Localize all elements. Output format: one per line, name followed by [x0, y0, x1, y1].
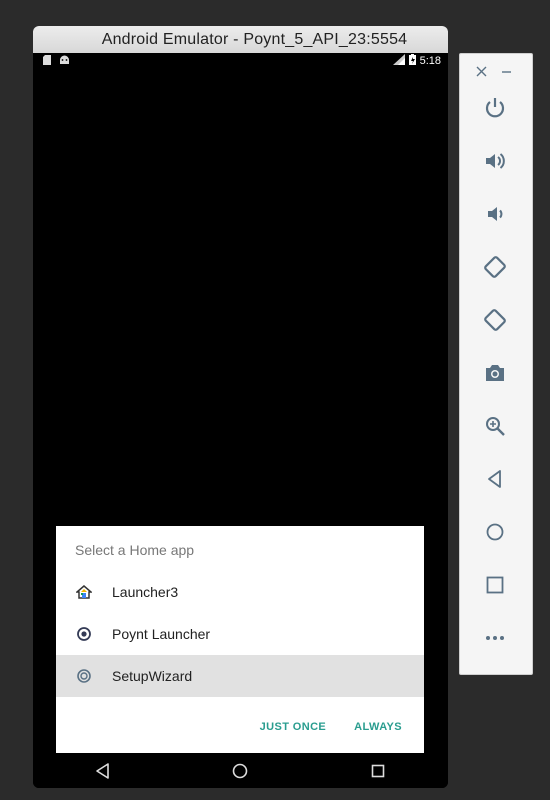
dialog-title: Select a Home app: [75, 542, 195, 558]
zoom-icon[interactable]: [481, 412, 509, 440]
status-bar: 5:18: [33, 53, 448, 69]
list-item-launcher3[interactable]: Launcher3: [56, 571, 424, 613]
overview-icon[interactable]: [481, 571, 509, 599]
emulator-window: Android Emulator - Poynt_5_API_23:5554 5…: [33, 26, 448, 788]
sd-card-icon: [43, 55, 51, 68]
list-item-poynt-launcher[interactable]: Poynt Launcher: [56, 613, 424, 655]
just-once-button[interactable]: JUST ONCE: [260, 721, 327, 733]
poynt-icon: [74, 624, 94, 644]
list-item-label: Launcher3: [112, 584, 179, 600]
back-icon[interactable]: [94, 762, 112, 780]
android-icon: [59, 55, 70, 68]
always-button[interactable]: ALWAYS: [354, 721, 402, 733]
navigation-bar: [33, 754, 448, 788]
home-icon[interactable]: [231, 762, 249, 780]
list-item-label: SetupWizard: [112, 668, 193, 684]
launcher3-icon: [74, 582, 94, 602]
power-icon[interactable]: [481, 94, 509, 122]
minimize-icon[interactable]: [501, 64, 512, 80]
more-icon[interactable]: [481, 624, 509, 652]
home-icon[interactable]: [481, 518, 509, 546]
emulator-toolbar: [459, 53, 533, 675]
battery-charging-icon: [408, 54, 416, 68]
status-time: 5:18: [419, 55, 441, 67]
list-item-label: Poynt Launcher: [112, 626, 211, 642]
back-icon[interactable]: [481, 465, 509, 493]
rotate-right-icon[interactable]: [481, 306, 509, 334]
camera-icon[interactable]: [481, 359, 509, 387]
rotate-left-icon[interactable]: [481, 253, 509, 281]
close-icon[interactable]: [476, 64, 487, 80]
list-item-setupwizard[interactable]: SetupWizard: [56, 655, 424, 697]
volume-down-icon[interactable]: [481, 200, 509, 228]
volume-up-icon[interactable]: [481, 147, 509, 175]
window-titlebar[interactable]: Android Emulator - Poynt_5_API_23:5554: [33, 26, 448, 54]
window-title: Android Emulator - Poynt_5_API_23:5554: [101, 30, 408, 48]
dialog-actions: JUST ONCE ALWAYS: [260, 721, 402, 733]
signal-icon: [392, 54, 405, 68]
recents-icon[interactable]: [369, 762, 387, 780]
home-app-chooser-dialog: Select a Home app Launcher3 Poynt Launch…: [56, 526, 424, 753]
setupwizard-icon: [74, 666, 94, 686]
